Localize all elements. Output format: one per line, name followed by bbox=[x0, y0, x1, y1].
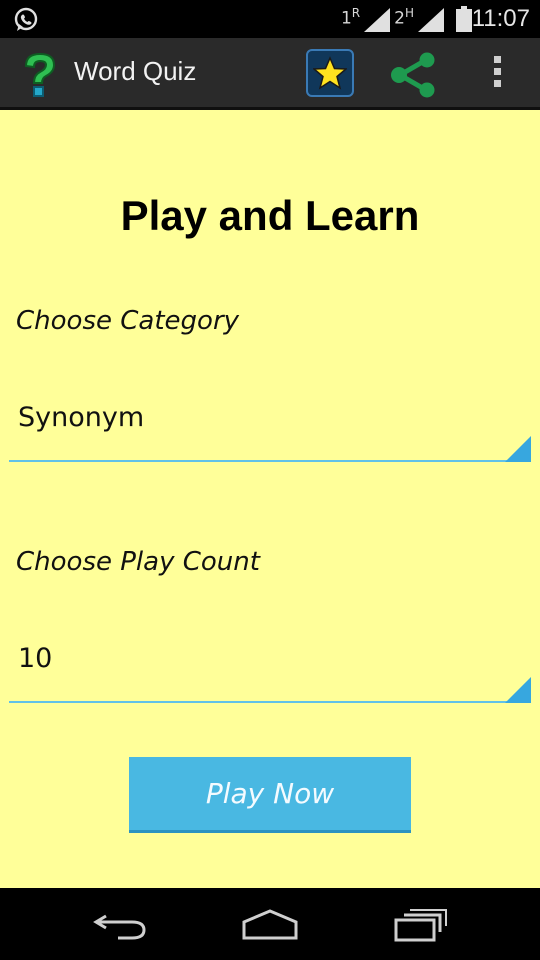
dropdown-corner-icon bbox=[505, 436, 531, 462]
category-label: Choose Category bbox=[16, 306, 240, 336]
rate-star-button[interactable] bbox=[306, 49, 354, 97]
back-icon[interactable] bbox=[92, 910, 148, 940]
category-spinner[interactable]: Synonym bbox=[9, 402, 531, 462]
battery-icon bbox=[456, 6, 472, 32]
play-count-label: Choose Play Count bbox=[16, 547, 260, 577]
sim1-label: 1R bbox=[340, 6, 361, 29]
whatsapp-icon bbox=[14, 7, 38, 31]
action-bar: Word Quiz bbox=[0, 38, 540, 110]
question-mark-icon bbox=[24, 52, 56, 97]
clock: 11:07 bbox=[471, 5, 530, 32]
recents-icon[interactable] bbox=[392, 908, 448, 942]
overflow-menu-icon[interactable] bbox=[490, 56, 504, 92]
page-title: Play and Learn bbox=[120, 192, 420, 239]
share-icon[interactable] bbox=[388, 52, 438, 98]
home-icon[interactable] bbox=[240, 908, 300, 942]
dropdown-corner-icon bbox=[505, 677, 531, 703]
category-underline bbox=[9, 460, 531, 462]
signal-2-icon bbox=[418, 8, 444, 32]
play-count-spinner[interactable]: 10 bbox=[9, 643, 531, 703]
play-count-underline bbox=[9, 701, 531, 703]
play-count-value: 10 bbox=[18, 643, 53, 674]
sim2-label: 2H bbox=[394, 6, 414, 29]
app-title: Word Quiz bbox=[74, 56, 197, 86]
signal-1-icon bbox=[364, 8, 391, 32]
status-bar: 1R 2H 11:07 bbox=[0, 0, 540, 38]
play-now-button[interactable]: Play Now bbox=[129, 757, 411, 833]
signal-indicators: 1R 2H bbox=[341, 6, 444, 32]
navigation-bar bbox=[0, 888, 540, 960]
category-value: Synonym bbox=[18, 402, 145, 433]
main-content: Play and Learn Choose Category Synonym C… bbox=[0, 110, 540, 888]
star-icon bbox=[313, 56, 347, 90]
